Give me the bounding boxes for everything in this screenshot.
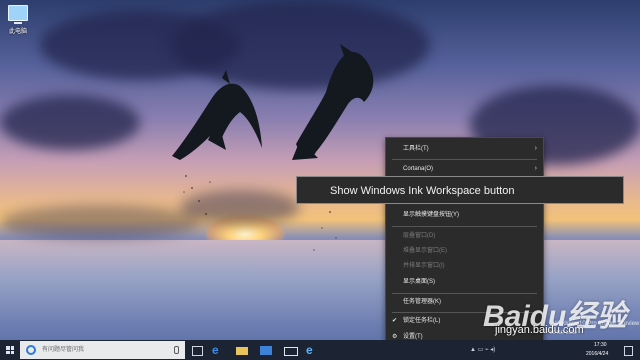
windows-logo-icon [6,346,14,354]
edge-icon[interactable]: e [212,344,224,356]
menu-separator [392,226,537,227]
menu-item-show-desktop[interactable]: 显示桌面(S) [386,275,543,289]
this-pc-desktop-icon[interactable]: 此电脑 [3,5,33,35]
dolphin-right [296,52,374,158]
menu-item-label: 锁定任务栏(L) [403,318,441,324]
checkmark-icon: ✔ [392,318,398,324]
search-placeholder: 有问题尽管问我 [42,347,85,353]
menu-item-cortana[interactable]: Cortana(O) › [386,162,543,176]
menu-item-label: 显示触摸键盘按钮(Y) [403,212,459,218]
task-view-icon[interactable] [192,346,203,356]
menu-item-label: Cortana(O) [403,166,434,172]
clock-date[interactable]: 2016/4/24 [586,351,608,357]
action-center-icon[interactable] [624,346,633,356]
menu-item-touch-keyboard[interactable]: 显示触摸键盘按钮(Y) [386,208,543,222]
cortana-search-box[interactable]: 有问题尽管问我 [20,341,185,359]
computer-icon [8,5,28,24]
chevron-right-icon: › [534,145,537,152]
ie-icon[interactable]: e [306,344,318,356]
menu-item-label: 并排显示窗口(I) [403,263,445,269]
menu-item-side-by-side[interactable]: 并排显示窗口(I) [386,259,543,273]
menu-item-cascade[interactable]: 层叠窗口(D) [386,229,543,243]
dolphin-left [172,83,262,160]
menu-item-label: 堆叠显示窗口(E) [403,248,447,254]
menu-item-label: 显示桌面(S) [403,279,435,285]
microphone-icon[interactable] [174,346,179,354]
menu-item-label: 层叠窗口(D) [403,233,436,239]
menu-item-label: 工具栏(T) [403,146,429,152]
chevron-right-icon: › [534,165,537,172]
mail-icon[interactable] [284,347,298,356]
windows-ink-workspace-option[interactable]: Show Windows Ink Workspace button [296,176,624,204]
baidu-url: jingyan.baidu.com [495,324,584,336]
menu-item-stack[interactable]: 堆叠显示窗口(E) [386,244,543,258]
start-button[interactable] [0,340,20,360]
store-icon[interactable] [260,346,272,355]
clock-time[interactable]: 17:30 [594,342,607,348]
taskbar[interactable]: 有问题尽管问我 e e ▲ ▭ ⌁ ◂) 17:30 2016/4/24 [0,340,640,360]
file-explorer-icon[interactable] [236,347,248,355]
menu-item-label: 任务管理器(K) [403,299,441,305]
windows-ink-option-label: Show Windows Ink Workspace button [330,185,515,197]
tray-icons[interactable]: ▲ ▭ ⌁ ◂) [470,346,550,354]
menu-separator [392,159,537,160]
this-pc-label: 此电脑 [8,29,27,35]
cortana-icon [26,345,36,355]
menu-item-toolbars[interactable]: 工具栏(T) › [386,142,543,156]
